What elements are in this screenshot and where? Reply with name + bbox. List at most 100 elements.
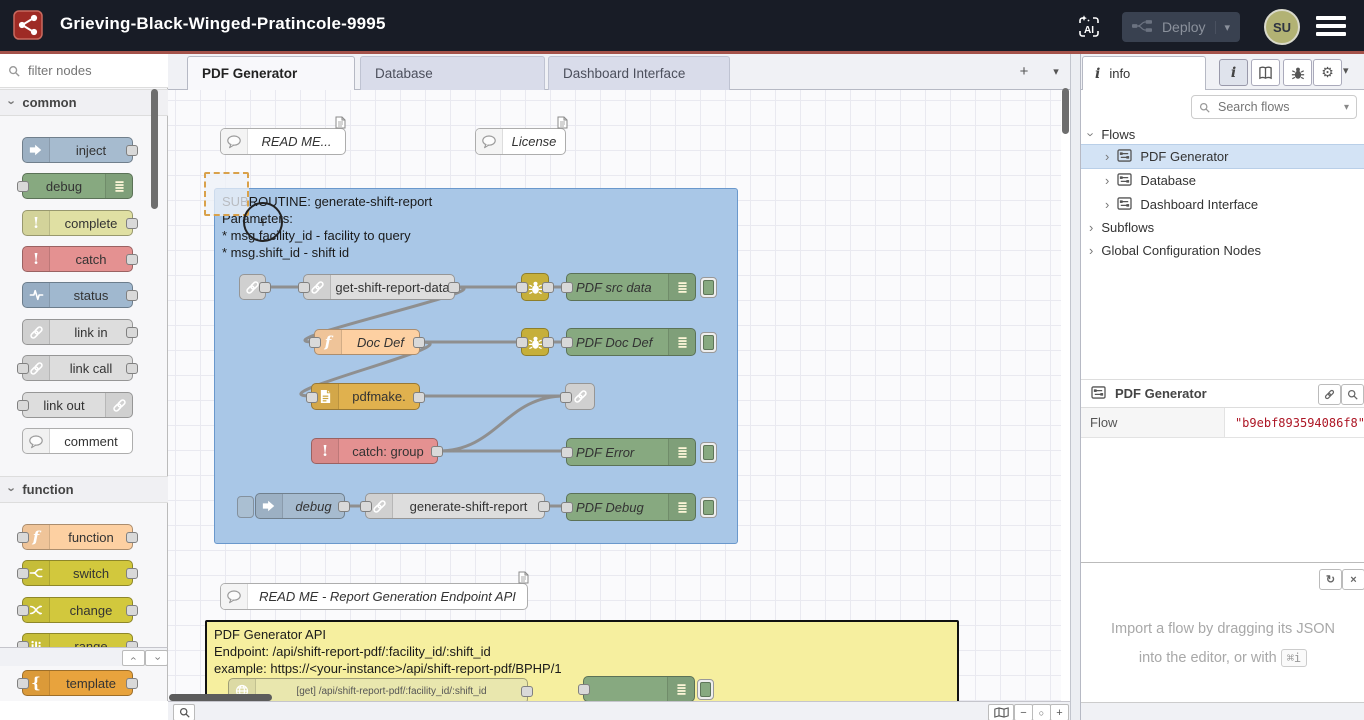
tab-dashboard-interface[interactable]: Dashboard Interface (548, 56, 730, 90)
tab-pdf-generator[interactable]: PDF Generator (187, 56, 355, 91)
node-port-out[interactable] (126, 363, 138, 374)
node-port-out[interactable] (338, 501, 350, 512)
zoom-out-button[interactable]: − (1014, 704, 1033, 720)
node-port-out[interactable] (126, 327, 138, 338)
node-http-in[interactable]: [get] /api/shift-report-pdf/:facility_id… (228, 678, 528, 701)
node-port-out[interactable] (431, 446, 443, 457)
node-catch-group[interactable]: ! catch: group (311, 438, 438, 464)
node-port-out[interactable] (413, 337, 425, 348)
node-port-in[interactable] (561, 502, 573, 513)
debug-enable-toggle[interactable] (700, 277, 717, 298)
tree-item-subflows[interactable]: › Subflows (1081, 216, 1364, 239)
node-pdf-doc-def[interactable]: PDF Doc Def (566, 328, 696, 356)
ai-assistant-button[interactable]: AI (1073, 12, 1105, 42)
node-pdfmake[interactable]: pdfmake. (311, 383, 420, 410)
palette-node-comment[interactable]: comment (22, 428, 133, 454)
palette-node-template[interactable]: { template (22, 670, 133, 696)
sidebar-tabs-caret[interactable]: ▾ (1343, 64, 1349, 77)
node-port-in[interactable] (17, 181, 29, 192)
deploy-button[interactable]: Deploy ▾ (1122, 12, 1240, 42)
node-port-out[interactable] (126, 678, 138, 689)
node-generate-shift-report[interactable]: generate-shift-report (365, 493, 545, 519)
palette-node-function[interactable]: f function (22, 524, 133, 550)
main-menu-button[interactable] (1316, 16, 1346, 36)
sidebar-button-debug[interactable] (1283, 59, 1312, 86)
tab-database[interactable]: Database (360, 56, 545, 90)
palette-node-change[interactable]: change (22, 597, 133, 623)
node-get-shift-report-data[interactable]: get-shift-report-data (303, 274, 455, 300)
tree-item-flows[interactable]: › Flows (1081, 123, 1364, 146)
node-link-out[interactable] (565, 383, 595, 410)
node-port-out[interactable] (542, 337, 554, 348)
node-debug-clipped[interactable] (583, 676, 695, 701)
palette-node-link-out[interactable]: link out (22, 392, 133, 418)
tree-item-global-config[interactable]: › Global Configuration Nodes (1081, 239, 1364, 262)
node-port-out[interactable] (413, 392, 425, 403)
node-port-in[interactable] (17, 678, 29, 689)
search-caret-icon[interactable]: ▾ (1344, 102, 1349, 113)
node-port-in[interactable] (306, 392, 318, 403)
node-subflow-bug-2[interactable] (521, 328, 549, 356)
node-port-out[interactable] (126, 568, 138, 579)
tree-item-dashboard-interface[interactable]: › Dashboard Interface (1081, 193, 1364, 216)
sidebar-resize-handle[interactable] (1070, 54, 1080, 720)
node-pdf-debug[interactable]: PDF Debug (566, 493, 696, 521)
close-button[interactable]: × (1342, 569, 1364, 590)
search-flows-button[interactable] (173, 704, 195, 720)
node-port-in[interactable] (561, 282, 573, 293)
node-port-out[interactable] (126, 290, 138, 301)
node-port-out[interactable] (521, 686, 533, 697)
node-pdf-error[interactable]: PDF Error (566, 438, 696, 466)
debug-enable-toggle[interactable] (700, 497, 717, 518)
canvas-vertical-scrollbar[interactable] (1062, 88, 1069, 134)
zoom-reset-button[interactable]: ○ (1032, 704, 1051, 720)
palette-filter-input[interactable] (26, 62, 140, 79)
palette-node-switch[interactable]: switch (22, 560, 133, 586)
canvas-horizontal-scrollbar[interactable] (169, 694, 272, 701)
flow-list-caret-button[interactable]: ▾ (1045, 62, 1067, 82)
palette-node-catch[interactable]: ! catch (22, 246, 133, 272)
palette-node-link-call[interactable]: link call (22, 355, 133, 381)
node-port-out[interactable] (126, 605, 138, 616)
palette-node-link-in[interactable]: link in (22, 319, 133, 345)
add-flow-button[interactable]: + (1013, 62, 1035, 82)
comment-node-license[interactable]: License (475, 128, 566, 155)
debug-enable-toggle[interactable] (700, 332, 717, 353)
search-flows-box[interactable]: ▾ (1191, 95, 1357, 119)
node-port-in[interactable] (298, 282, 310, 293)
palette-scrollbar[interactable] (151, 89, 158, 209)
minimap-button[interactable] (988, 704, 1014, 720)
zoom-to-flow-button[interactable] (1341, 384, 1364, 405)
node-port-in[interactable] (17, 363, 29, 374)
sidebar-button-help[interactable] (1251, 59, 1280, 86)
node-inject-debug[interactable]: debug (255, 493, 345, 519)
tree-item-database[interactable]: › Database (1081, 169, 1364, 192)
palette-category-common[interactable]: › common (0, 89, 168, 116)
node-port-in[interactable] (561, 337, 573, 348)
node-port-out[interactable] (126, 218, 138, 229)
debug-enable-toggle[interactable] (700, 442, 717, 463)
comment-node-readme[interactable]: READ ME... (220, 128, 346, 155)
palette-category-function[interactable]: › function (0, 476, 168, 503)
node-port-in[interactable] (17, 532, 29, 543)
node-link-in[interactable] (239, 274, 266, 300)
comment-node-readme-api[interactable]: READ ME - Report Generation Endpoint API (220, 583, 528, 610)
node-port-in[interactable] (516, 282, 528, 293)
node-subflow-bug-1[interactable] (521, 273, 549, 301)
node-port-in[interactable] (17, 605, 29, 616)
node-port-out[interactable] (126, 254, 138, 265)
palette-node-debug[interactable]: debug (22, 173, 133, 199)
palette-node-complete[interactable]: ! complete (22, 210, 133, 236)
search-flows-input[interactable] (1216, 99, 1338, 115)
palette-node-status[interactable]: status (22, 282, 133, 308)
zoom-in-button[interactable]: + (1050, 704, 1069, 720)
tree-item-pdf-generator[interactable]: › PDF Generator (1081, 144, 1364, 169)
node-port-in[interactable] (17, 568, 29, 579)
node-port-out[interactable] (126, 145, 138, 156)
node-port-in[interactable] (560, 392, 572, 403)
node-port-in[interactable] (17, 400, 29, 411)
sidebar-button-config[interactable]: ⚙ (1313, 59, 1342, 86)
node-port-out[interactable] (448, 282, 460, 293)
copy-link-button[interactable] (1318, 384, 1341, 405)
deploy-options-caret-icon[interactable]: ▾ (1215, 21, 1230, 34)
